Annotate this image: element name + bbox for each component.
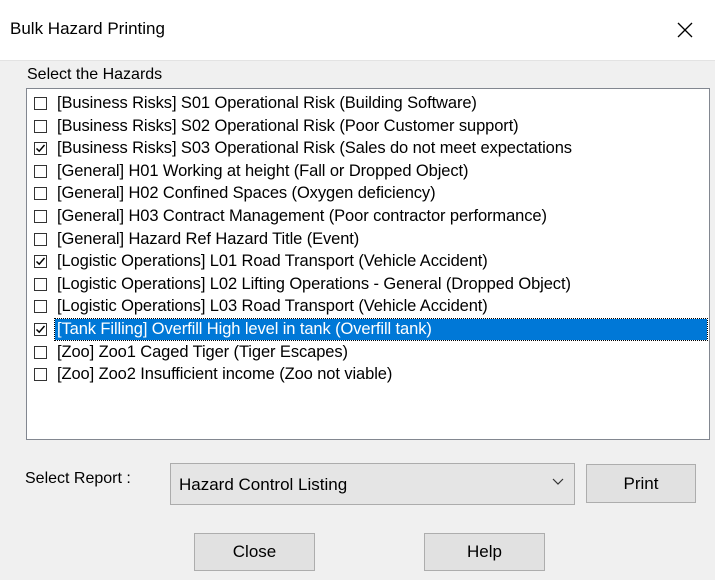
hazard-list-item[interactable]: [General] H03 Contract Management (Poor …: [27, 205, 709, 228]
hazard-item-label: [Logistic Operations] L01 Road Transport…: [57, 252, 488, 271]
checkbox[interactable]: [34, 232, 47, 246]
checkmark-icon: [35, 144, 46, 153]
hazard-list-item[interactable]: [General] Hazard Ref Hazard Title (Event…: [27, 228, 709, 251]
hazard-item-label: [General] Hazard Ref Hazard Title (Event…: [57, 229, 360, 248]
checkbox[interactable]: [34, 119, 47, 133]
report-select-value: Hazard Control Listing: [179, 475, 348, 494]
hazard-list-item[interactable]: [General] H02 Confined Spaces (Oxygen de…: [27, 182, 709, 205]
checkbox[interactable]: [34, 187, 47, 201]
hazards-label: Select the Hazards: [27, 66, 163, 83]
hazard-list-item[interactable]: [General] H01 Working at height (Fall or…: [27, 160, 709, 183]
checkmark-icon: [35, 257, 46, 266]
hazard-item-label: [Business Risks] S02 Operational Risk (P…: [57, 116, 519, 135]
select-report-label: Select Report :: [25, 470, 131, 487]
print-button[interactable]: Print: [586, 464, 696, 503]
hazard-item-label: [General] H02 Confined Spaces (Oxygen de…: [57, 184, 436, 203]
hazard-item-label: [General] H01 Working at height (Fall or…: [57, 161, 469, 180]
hazard-item-label: [Zoo] Zoo2 Insufficient income (Zoo not …: [57, 365, 393, 384]
hazard-item-label: [Logistic Operations] L02 Lifting Operat…: [57, 274, 571, 293]
checkbox[interactable]: [34, 300, 47, 314]
hazard-list-item[interactable]: [Logistic Operations] L03 Road Transport…: [27, 295, 709, 318]
close-icon: [677, 22, 693, 38]
checkbox[interactable]: [34, 277, 47, 291]
chevron-down-icon: [552, 478, 564, 485]
title-bar: Bulk Hazard Printing: [0, 0, 715, 61]
checkbox-checked[interactable]: [34, 255, 47, 269]
hazard-item-label: [General] H03 Contract Management (Poor …: [57, 207, 547, 225]
checkbox[interactable]: [34, 210, 47, 223]
checkbox-checked[interactable]: [34, 323, 47, 336]
hazard-listbox[interactable]: [Business Risks] S01 Operational Risk (B…: [26, 88, 710, 440]
hazard-list-item[interactable]: [Zoo] Zoo1 Caged Tiger (Tiger Escapes): [27, 341, 709, 364]
hazard-list-item[interactable]: [Zoo] Zoo2 Insufficient income (Zoo not …: [27, 363, 709, 386]
hazard-list-item[interactable]: [Tank Filling] Overfill High level in ta…: [27, 318, 709, 341]
hazard-list-item[interactable]: [Logistic Operations] L02 Lifting Operat…: [27, 273, 709, 296]
hazard-item-label: [Business Risks] S01 Operational Risk (B…: [57, 94, 477, 112]
checkbox[interactable]: [34, 97, 47, 110]
checkbox[interactable]: [34, 164, 47, 178]
checkbox-checked[interactable]: [34, 142, 47, 156]
hazard-item-label: [Business Risks] S03 Operational Risk (S…: [57, 139, 572, 158]
hazard-list-item[interactable]: [Business Risks] S03 Operational Risk (S…: [27, 137, 709, 160]
close-button[interactable]: Close: [194, 533, 315, 571]
help-button[interactable]: Help: [424, 533, 545, 571]
report-select[interactable]: Hazard Control Listing: [170, 463, 575, 505]
hazard-item-label: [Zoo] Zoo1 Caged Tiger (Tiger Escapes): [57, 342, 348, 361]
checkmark-icon: [35, 325, 46, 334]
checkbox[interactable]: [34, 368, 47, 382]
window-close-button[interactable]: [655, 0, 715, 60]
hazard-list-item[interactable]: [Business Risks] S02 Operational Risk (P…: [27, 115, 709, 138]
checkbox[interactable]: [34, 345, 47, 359]
hazard-list-item[interactable]: [Business Risks] S01 Operational Risk (B…: [27, 92, 709, 115]
window-title: Bulk Hazard Printing: [10, 19, 165, 38]
hazard-item-label: [Logistic Operations] L03 Road Transport…: [57, 297, 488, 316]
hazard-list-item[interactable]: [Logistic Operations] L01 Road Transport…: [27, 250, 709, 273]
hazard-item-label: [Tank Filling] Overfill High level in ta…: [54, 318, 708, 341]
